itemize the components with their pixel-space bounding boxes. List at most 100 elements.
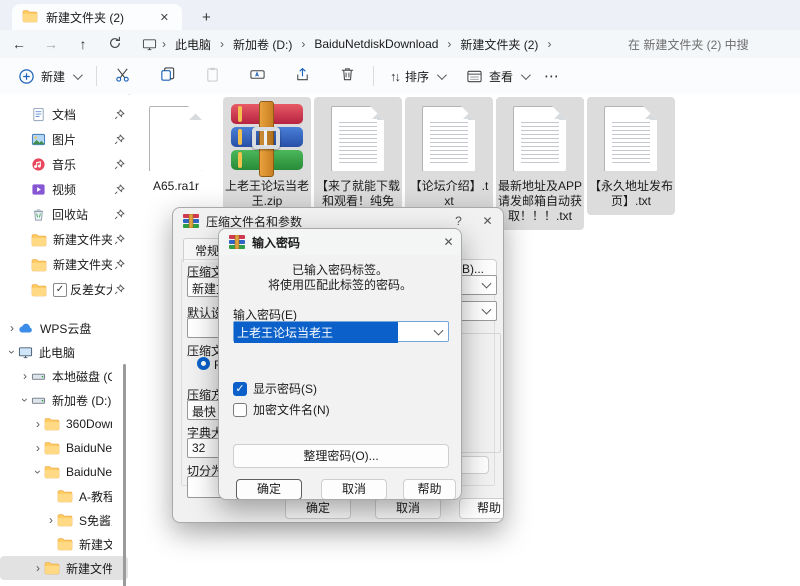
explorer-tab[interactable]: 新建文件夹 (2) ✕: [12, 4, 182, 30]
sidebar-item-本地磁盘-c-[interactable]: ›本地磁盘 (C:): [0, 364, 128, 388]
organize-passwords-button[interactable]: 整理密码(O)...: [233, 444, 449, 468]
sidebar-item-baidunetdis[interactable]: › BaiduNetdis: [0, 460, 128, 484]
new-button[interactable]: 新建: [10, 64, 88, 89]
sidebar-item-s免酱爱lou[interactable]: ›S免酱爱LOU: [0, 508, 128, 532]
breadcrumb-item[interactable]: 新加卷 (D:): [229, 34, 296, 55]
sidebar-item-label: 音乐: [52, 156, 76, 173]
sidebar-section-gap: [0, 302, 128, 316]
sidebar-item-label: 回收站: [52, 206, 88, 223]
tree-chevron-icon[interactable]: ›: [32, 441, 44, 455]
view-button[interactable]: 查看: [458, 64, 536, 89]
file-item[interactable]: A65.ra1r: [132, 97, 220, 200]
refresh-button[interactable]: [102, 36, 128, 53]
sidebar-item-新建文件夹[interactable]: ›新建文件夹: [0, 556, 128, 580]
show-password-checkbox[interactable]: ✓: [233, 382, 247, 396]
tree-chevron-icon[interactable]: ›: [18, 394, 32, 406]
sidebar-scrollbar[interactable]: [123, 364, 126, 586]
sidebar-item-wps云盘[interactable]: ›WPS云盘: [0, 316, 128, 340]
sidebar-item-回收站[interactable]: ›回收站: [0, 202, 128, 227]
tab-close-icon[interactable]: ✕: [157, 11, 172, 24]
sidebar-item-label: BaiduNetdis: [66, 465, 112, 479]
txt-file-icon: [587, 101, 675, 177]
sidebar-item-label: 文档: [52, 106, 76, 123]
format-radio-selected[interactable]: [197, 357, 210, 370]
sidebar-item-a-教程文件[interactable]: ›A-教程文件: [0, 484, 128, 508]
breadcrumb-separator-icon: ›: [542, 37, 556, 51]
file-item[interactable]: 【论坛介绍】.txt: [405, 97, 493, 215]
sidebar-item-新建文件夹-[interactable]: ›新建文件夹 (: [0, 252, 128, 277]
toolbar-divider: [96, 66, 97, 86]
sidebar-item-视频[interactable]: ›视频: [0, 177, 128, 202]
tree-chevron-icon[interactable]: ›: [32, 561, 44, 575]
password-dialog-titlebar[interactable]: 输入密码: [219, 229, 461, 255]
archive-ok-button[interactable]: 确定: [285, 498, 351, 519]
password-combobox[interactable]: 上老王论坛当老王: [233, 321, 449, 342]
archive-cancel-button[interactable]: 取消: [375, 498, 441, 519]
search-input[interactable]: 在 新建文件夹 (2) 中搜: [628, 36, 800, 53]
sidebar-item-此电脑[interactable]: ›此电脑: [0, 340, 128, 364]
file-item[interactable]: 最新地址及APP请发邮箱自动获取！！！.txt: [496, 97, 584, 230]
breadcrumb-item[interactable]: 新建文件夹 (2): [456, 34, 542, 55]
encrypt-names-row[interactable]: 加密文件名(N): [233, 401, 330, 418]
dialog-close-icon[interactable]: ✕: [479, 213, 496, 230]
sidebar-item-label: 新建文件夹 (: [53, 256, 112, 273]
password-info-line2: 将使用匹配此标签的密码。: [219, 276, 461, 293]
sidebar-item-battle-net[interactable]: ›Battle.net: [0, 580, 128, 586]
rename-button[interactable]: [240, 61, 275, 91]
tree-chevron-icon[interactable]: ›: [32, 417, 44, 431]
sidebar-item-label: 360Downloa: [66, 417, 112, 431]
file-item[interactable]: 【永久地址发布页】.txt: [587, 97, 675, 215]
breadcrumb-separator-icon: ›: [157, 37, 171, 51]
tree-chevron-icon[interactable]: ›: [31, 466, 45, 478]
more-options-button[interactable]: ⋯: [536, 67, 567, 85]
refresh-icon: [108, 37, 122, 53]
doc-icon: [31, 107, 46, 122]
pin-icon: [114, 209, 125, 223]
tree-chevron-icon[interactable]: ›: [45, 513, 57, 527]
tree-chevron-icon[interactable]: ›: [19, 369, 31, 383]
sidebar-item-新加卷-d-[interactable]: ›新加卷 (D:): [0, 388, 128, 412]
sidebar-item-360downloa[interactable]: › 360Downloa: [0, 412, 128, 436]
sidebar-item-音乐[interactable]: ›音乐: [0, 152, 128, 177]
explorer-window: 新建文件夹 (2) ✕ + ← → ↑ ›此电脑›新加卷 (D:)›BaiduN…: [0, 0, 800, 586]
pictures-icon: [31, 132, 46, 147]
up-button[interactable]: ↑: [70, 36, 96, 52]
folder-icon: [31, 258, 47, 272]
recycle-icon: [31, 207, 46, 222]
password-dialog-title: 输入密码: [252, 234, 300, 251]
password-close-icon[interactable]: ✕: [440, 234, 457, 251]
cut-button[interactable]: [105, 61, 140, 91]
sidebar-item-反差女大[interactable]: ›✓反差女大: [0, 277, 128, 302]
archive-help-button[interactable]: 帮助: [459, 498, 504, 519]
sidebar-item-图片[interactable]: ›图片: [0, 127, 128, 152]
sort-button[interactable]: ↑↓ 排序: [382, 64, 452, 89]
forward-button[interactable]: →: [38, 36, 64, 52]
trash-icon: [339, 66, 356, 86]
password-help-button[interactable]: 帮助: [403, 479, 456, 500]
breadcrumb-item[interactable]: BaiduNetdiskDownload: [310, 35, 442, 53]
chevron-down-icon: [437, 70, 447, 80]
password-ok-button[interactable]: 确定: [236, 479, 302, 500]
share-button[interactable]: [285, 61, 320, 91]
sidebar-item-baidunetdis[interactable]: ›BaiduNetdis: [0, 436, 128, 460]
sidebar-item-新建文件夹[interactable]: ›新建文件夹: [0, 532, 128, 556]
pin-icon: [114, 259, 125, 273]
breadcrumb-item[interactable]: 此电脑: [171, 34, 215, 55]
chevron-down-icon: [73, 70, 83, 80]
copy-button[interactable]: [150, 61, 185, 91]
show-password-row[interactable]: ✓ 显示密码(S): [233, 380, 317, 397]
back-button[interactable]: ←: [6, 36, 32, 52]
file-item[interactable]: 上老王论坛当老王.zip: [223, 97, 311, 215]
delete-button[interactable]: [330, 61, 365, 91]
sidebar-item-label: 新建文件夹: [53, 231, 112, 248]
tab-title: 新建文件夹 (2): [46, 9, 149, 26]
password-cancel-button[interactable]: 取消: [321, 479, 387, 500]
encrypt-names-checkbox[interactable]: [233, 403, 247, 417]
item-checkbox[interactable]: ✓: [53, 283, 67, 297]
sidebar-item-文档[interactable]: ›文档: [0, 102, 128, 127]
sidebar-item-新建文件夹[interactable]: ›新建文件夹: [0, 227, 128, 252]
txt-file-icon: [314, 101, 402, 177]
tree-chevron-icon[interactable]: ›: [5, 346, 19, 358]
new-tab-button[interactable]: +: [196, 9, 217, 30]
tree-chevron-icon[interactable]: ›: [6, 321, 18, 335]
